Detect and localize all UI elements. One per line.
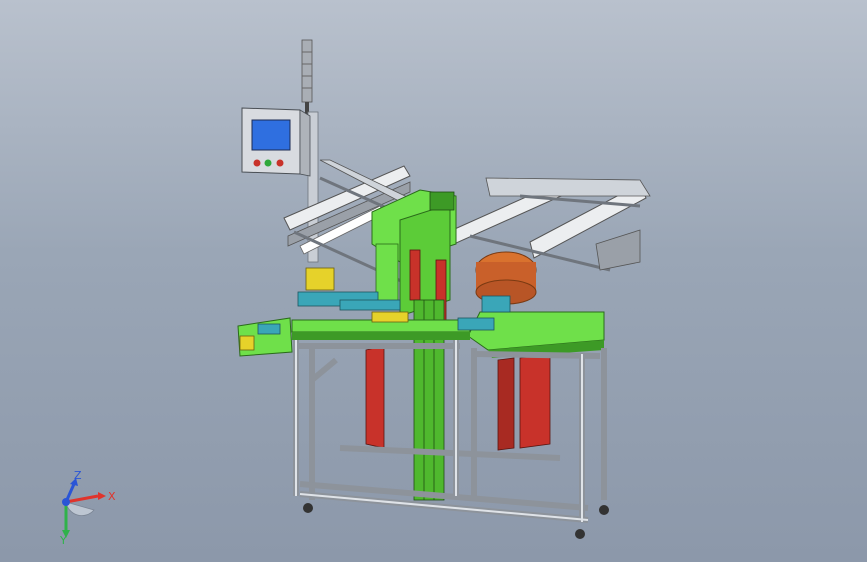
y-axis-label: Y <box>59 534 67 544</box>
z-axis-label: Z <box>74 469 82 482</box>
x-axis-label: X <box>108 490 116 503</box>
cad-viewport[interactable]: X Y Z <box>0 0 867 562</box>
aluminium-frame <box>293 340 607 523</box>
right-conveyor <box>447 177 651 272</box>
signal-tower <box>301 39 313 116</box>
hmi-screen <box>251 119 291 151</box>
stop-button <box>253 159 261 167</box>
machine-3d-model[interactable] <box>0 0 867 562</box>
start-button <box>264 159 272 167</box>
axis-triad: X Y Z <box>59 469 116 544</box>
emergency-button <box>276 159 284 167</box>
side-feeder <box>237 317 293 357</box>
x-axis-icon <box>65 494 99 504</box>
